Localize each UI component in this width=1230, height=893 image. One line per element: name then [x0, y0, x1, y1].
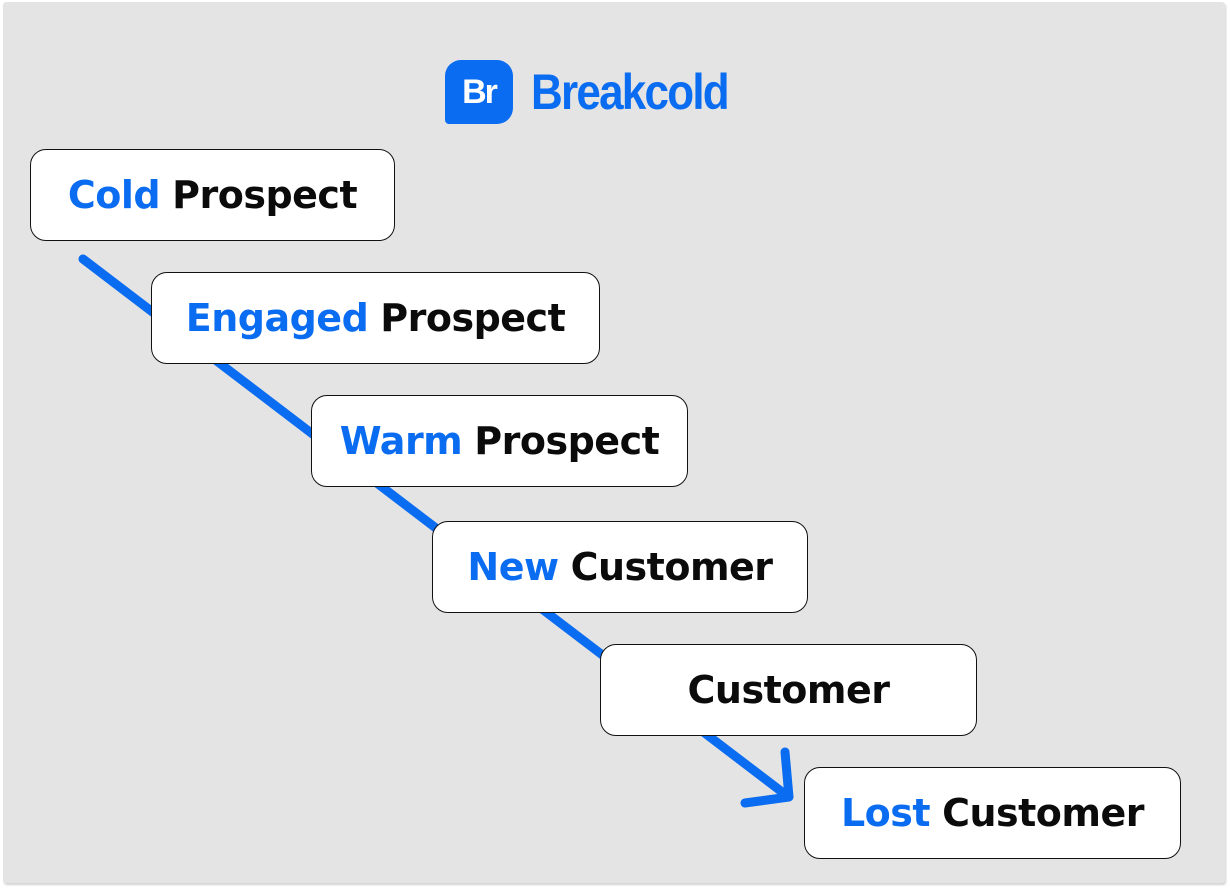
stage-label: Customer	[942, 791, 1145, 835]
stage-accent: Cold	[67, 173, 161, 217]
stage-label: Customer	[570, 545, 773, 589]
brand-name: Breakcold	[531, 64, 730, 120]
stage-accent: Lost	[840, 791, 931, 835]
stage-accent: Warm	[339, 419, 463, 463]
stage-accent: New	[467, 545, 559, 589]
stage-accent: Engaged	[185, 296, 369, 340]
stage-new-customer: New Customer	[432, 521, 808, 613]
brand-mark-icon: Br	[445, 60, 513, 124]
stage-label: Prospect	[474, 419, 660, 463]
stage-warm-prospect: Warm Prospect	[311, 395, 688, 487]
diagram-canvas: Br Breakcold Cold Prospect Engaged Prospec…	[3, 2, 1225, 883]
stage-label: Prospect	[380, 296, 566, 340]
stage-lost-customer: Lost Customer	[804, 767, 1181, 859]
stage-cold-prospect: Cold Prospect	[30, 149, 395, 241]
stage-label: Prospect	[172, 173, 358, 217]
stage-engaged-prospect: Engaged Prospect	[151, 272, 600, 364]
brand-logo: Br Breakcold	[445, 60, 755, 124]
stage-label: Customer	[687, 668, 890, 712]
stage-customer: Customer	[600, 644, 977, 736]
